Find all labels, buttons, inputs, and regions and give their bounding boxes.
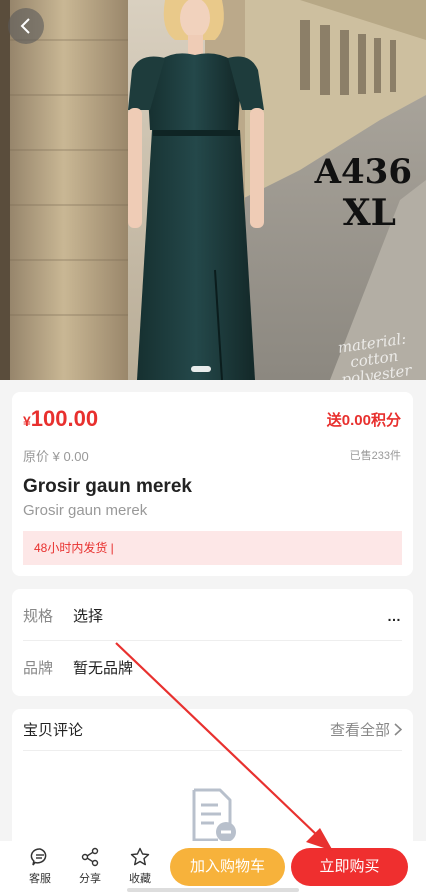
product-image[interactable]: A436 XL material: cotton polyester	[0, 0, 426, 380]
customer-service-button[interactable]: 客服	[18, 847, 62, 886]
spec-row[interactable]: 规格 选择 …	[23, 591, 402, 641]
spec-card: 规格 选择 … 品牌 暂无品牌	[12, 589, 413, 696]
carousel-indicator	[191, 366, 211, 372]
price: ¥100.00	[23, 406, 98, 432]
price-symbol: ¥	[23, 413, 31, 429]
image-overlay-code: A436	[314, 152, 412, 192]
share-icon	[81, 847, 99, 867]
brand-row: 品牌 暂无品牌	[23, 642, 402, 692]
chevron-right-icon	[394, 723, 402, 736]
shipping-notice: 48小时内发货 |	[23, 531, 402, 565]
view-all-label: 查看全部	[329, 722, 390, 739]
empty-document-icon	[192, 788, 236, 842]
review-header: 宝贝评论 查看全部	[23, 709, 402, 751]
image-watermark: material: cotton polyester	[336, 329, 413, 380]
chat-bubble-icon	[30, 848, 47, 866]
price-card: ¥100.00 送0.00积分 原价 ¥ 0.00 已售233件 Grosir …	[12, 392, 413, 576]
product-title: Grosir gaun merek	[23, 476, 192, 497]
share-label: 分享	[79, 873, 101, 885]
view-all-link[interactable]: 查看全部	[330, 719, 402, 740]
brand-label: 品牌	[23, 659, 54, 677]
spec-value: 选择	[73, 608, 104, 625]
favorite-label: 收藏	[129, 873, 151, 885]
add-to-cart-button[interactable]: 加入购物车	[170, 848, 285, 886]
share-button[interactable]: 分享	[68, 847, 112, 886]
review-title: 宝贝评论	[23, 722, 84, 739]
chevron-left-icon	[20, 18, 30, 34]
brand-value: 暂无品牌	[73, 659, 134, 677]
more-icon[interactable]: …	[387, 608, 402, 624]
review-card: 宝贝评论 查看全部	[12, 709, 413, 859]
price-value: 100.00	[30, 406, 99, 431]
home-indicator	[127, 888, 299, 892]
bottom-action-bar: 客服 分享 收藏 加入购物车 立即购买	[0, 841, 426, 893]
product-subtitle: Grosir gaun merek	[23, 502, 148, 519]
favorite-button[interactable]: 收藏	[118, 847, 162, 886]
customer-service-label: 客服	[29, 873, 51, 885]
spec-label: 规格	[23, 608, 54, 625]
back-button[interactable]	[8, 8, 44, 44]
sold-count: 已售233件	[349, 450, 401, 462]
image-overlay-size: XL	[342, 192, 396, 234]
buy-now-button[interactable]: 立即购买	[291, 848, 408, 886]
star-icon	[130, 847, 150, 866]
original-price: 原价 ¥ 0.00	[23, 449, 89, 464]
points-badge: 送0.00积分	[326, 412, 401, 429]
